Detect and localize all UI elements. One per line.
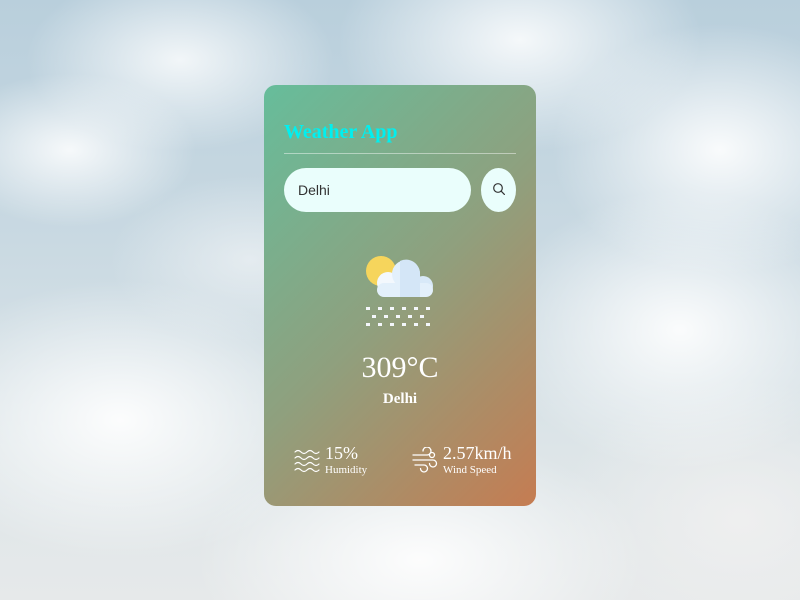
app-title: Weather App [284, 121, 398, 143]
humidity-label: Humidity [325, 464, 368, 476]
search-button[interactable] [481, 168, 516, 212]
city-search-input[interactable] [284, 168, 471, 212]
wind-speed-label: Wind Speed [443, 464, 497, 476]
humidity-detail: 15% Humidity [294, 443, 367, 477]
title-divider [284, 153, 516, 154]
humidity-value: 15% [325, 443, 358, 463]
search-icon [492, 182, 506, 199]
temperature: 309°C [361, 351, 439, 384]
wind-detail: 2.57km/h Wind Speed [412, 443, 512, 477]
weather-card: Weather App Delhi 309°C Delhi 15% Humidi… [264, 85, 536, 506]
wind-icon [412, 447, 438, 473]
sun-cloud-snow-icon [364, 253, 436, 333]
wind-speed-value: 2.57km/h [443, 443, 512, 463]
humidity-waves-icon [294, 447, 320, 473]
city-name: Delhi [382, 391, 418, 407]
